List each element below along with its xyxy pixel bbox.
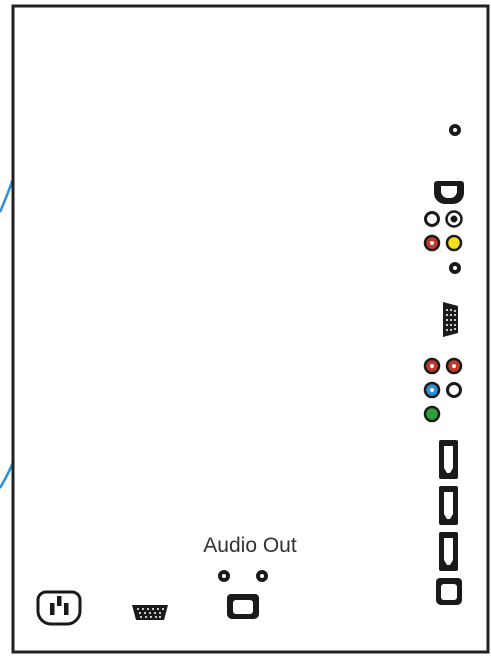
composite-audio-r-jack[interactable] — [423, 234, 441, 252]
audio-out-jack-left[interactable] — [218, 570, 230, 582]
component-audio-l-jack[interactable] — [445, 357, 463, 375]
optical-port[interactable] — [436, 578, 462, 605]
headphone-jack[interactable] — [449, 124, 461, 136]
audio-out-jack-right[interactable] — [256, 570, 268, 582]
component-pb-jack[interactable] — [423, 381, 441, 399]
optical-audio-out-port[interactable] — [227, 594, 259, 619]
vga-port[interactable] — [443, 302, 458, 337]
hdmi-port-2[interactable] — [439, 486, 458, 525]
power-socket[interactable] — [36, 590, 82, 626]
s-video-round-jack[interactable] — [445, 210, 463, 228]
audio-out-label: Audio Out — [203, 534, 297, 557]
mini-jack[interactable] — [449, 262, 461, 274]
component-audio-r-jack[interactable] — [423, 357, 441, 375]
s-video-port[interactable] — [434, 181, 464, 204]
hdmi-port-3[interactable] — [439, 532, 458, 571]
panel-svg: Audio Out — [0, 4, 490, 654]
composite-audio-l-jack[interactable] — [424, 211, 440, 227]
component-pr-jack[interactable] — [446, 382, 462, 398]
composite-video-jack[interactable] — [445, 234, 463, 252]
vga-port-bottom[interactable] — [132, 605, 168, 620]
component-y-jack[interactable] — [423, 405, 441, 423]
hdmi-port-1[interactable] — [439, 440, 458, 479]
tv-back-panel-diagram: Audio Out — [0, 0, 491, 657]
